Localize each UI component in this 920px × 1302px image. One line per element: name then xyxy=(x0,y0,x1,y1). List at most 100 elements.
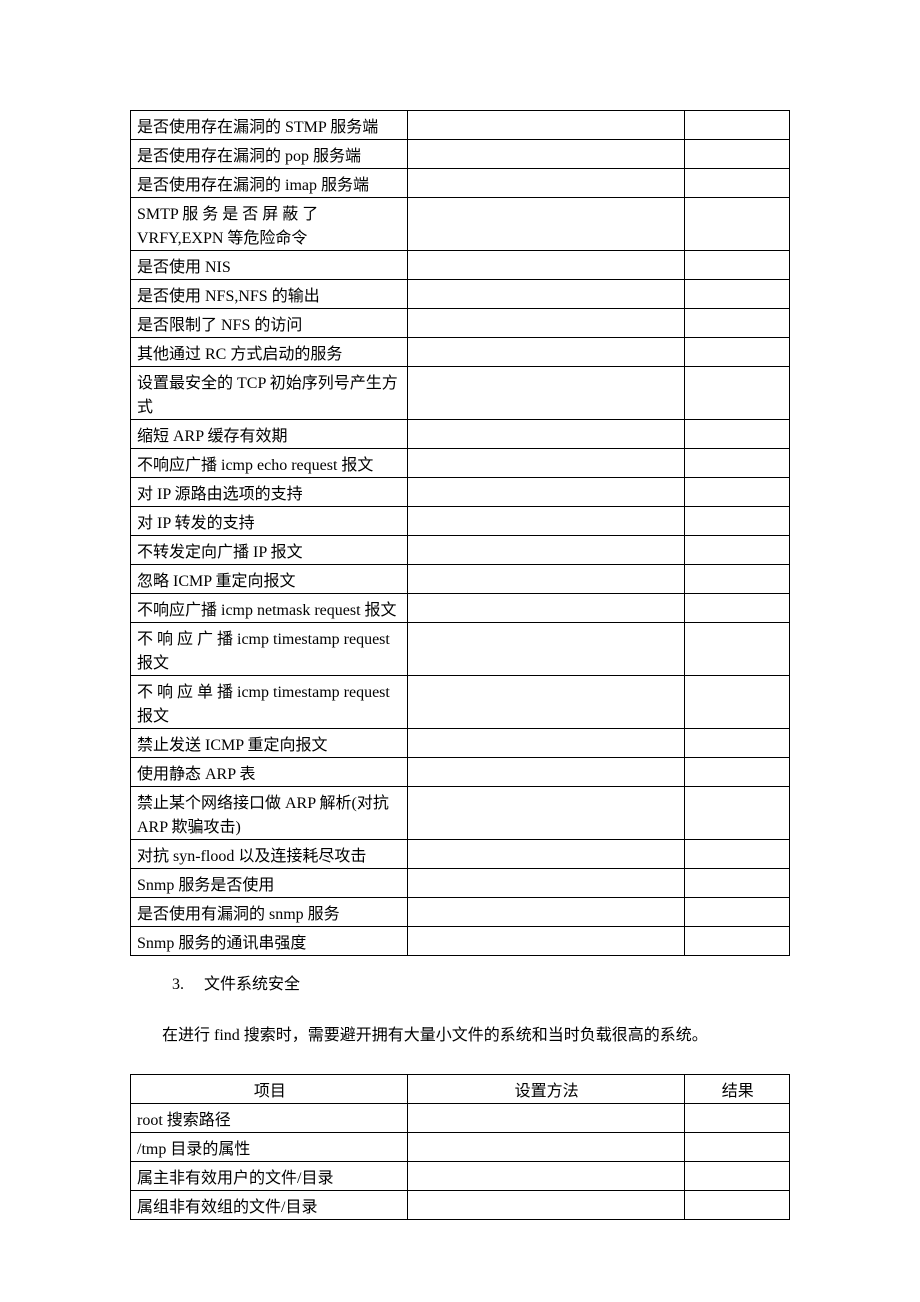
table-row: 对抗 syn-flood 以及连接耗尽攻击 xyxy=(131,840,790,869)
table-cell xyxy=(407,1132,684,1161)
table-row: 不响应广播 icmp echo request 报文 xyxy=(131,449,790,478)
table-cell xyxy=(407,169,684,198)
table-header-cell: 项目 xyxy=(131,1074,408,1103)
paragraph-text: 在进行 find 搜索时，需要避开拥有大量小文件的系统和当时负载很高的系统。 xyxy=(130,1020,790,1052)
table-cell xyxy=(684,420,789,449)
table-row: SMTP 服 务 是 否 屏 蔽 了 VRFY,EXPN 等危险命令 xyxy=(131,198,790,251)
table-cell: 对抗 syn-flood 以及连接耗尽攻击 xyxy=(131,840,408,869)
table-cell xyxy=(407,927,684,956)
table-cell xyxy=(407,869,684,898)
table-cell xyxy=(684,111,789,140)
table-cell xyxy=(407,898,684,927)
table-cell xyxy=(407,507,684,536)
table-cell xyxy=(684,623,789,676)
table-cell: 不响应广播 icmp netmask request 报文 xyxy=(131,594,408,623)
table-cell xyxy=(684,507,789,536)
table-cell xyxy=(407,758,684,787)
table-row: 缩短 ARP 缓存有效期 xyxy=(131,420,790,449)
table-cell xyxy=(684,898,789,927)
table-cell xyxy=(407,594,684,623)
table-cell: 禁止某个网络接口做 ARP 解析(对抗 ARP 欺骗攻击) xyxy=(131,787,408,840)
table-cell: 设置最安全的 TCP 初始序列号产生方式 xyxy=(131,367,408,420)
table-row: 是否使用存在漏洞的 imap 服务端 xyxy=(131,169,790,198)
table-cell: Snmp 服务是否使用 xyxy=(131,869,408,898)
table-row: 设置最安全的 TCP 初始序列号产生方式 xyxy=(131,367,790,420)
table-cell xyxy=(407,309,684,338)
table-cell xyxy=(407,478,684,507)
table-cell xyxy=(684,927,789,956)
table-cell xyxy=(407,140,684,169)
table-cell xyxy=(407,729,684,758)
table-cell xyxy=(407,1103,684,1132)
table-cell xyxy=(684,251,789,280)
table-cell xyxy=(407,1161,684,1190)
table-cell xyxy=(684,869,789,898)
table-row: Snmp 服务的通讯串强度 xyxy=(131,927,790,956)
table-row: 是否使用 NIS xyxy=(131,251,790,280)
table-cell xyxy=(684,338,789,367)
table-cell xyxy=(684,140,789,169)
table-row: 是否使用有漏洞的 snmp 服务 xyxy=(131,898,790,927)
table-cell: 缩短 ARP 缓存有效期 xyxy=(131,420,408,449)
table-cell xyxy=(407,536,684,565)
table-row: 是否使用存在漏洞的 STMP 服务端 xyxy=(131,111,790,140)
table-cell xyxy=(407,1190,684,1219)
table-row: Snmp 服务是否使用 xyxy=(131,869,790,898)
table-cell xyxy=(684,758,789,787)
table-cell xyxy=(407,787,684,840)
table-cell xyxy=(407,280,684,309)
table-header-cell: 设置方法 xyxy=(407,1074,684,1103)
table-cell: 对 IP 转发的支持 xyxy=(131,507,408,536)
table-cell: 属主非有效用户的文件/目录 xyxy=(131,1161,408,1190)
table-row: 是否使用存在漏洞的 pop 服务端 xyxy=(131,140,790,169)
table-row: 忽略 ICMP 重定向报文 xyxy=(131,565,790,594)
table-row: 禁止某个网络接口做 ARP 解析(对抗 ARP 欺骗攻击) xyxy=(131,787,790,840)
table-cell xyxy=(684,169,789,198)
table-cell xyxy=(407,840,684,869)
table-row: 不转发定向广播 IP 报文 xyxy=(131,536,790,565)
table-cell: 不转发定向广播 IP 报文 xyxy=(131,536,408,565)
table-cell xyxy=(407,676,684,729)
table-row: 不响应广播 icmp netmask request 报文 xyxy=(131,594,790,623)
table-row: 不 响 应 单 播 icmp timestamp request 报文 xyxy=(131,676,790,729)
table-cell: 禁止发送 ICMP 重定向报文 xyxy=(131,729,408,758)
section-heading: 3. 文件系统安全 xyxy=(172,972,790,998)
table-cell xyxy=(684,309,789,338)
table-cell xyxy=(684,449,789,478)
table-cell xyxy=(684,1190,789,1219)
table-cell: 不 响 应 单 播 icmp timestamp request 报文 xyxy=(131,676,408,729)
section-title: 文件系统安全 xyxy=(204,976,300,993)
table-cell: 是否使用 NIS xyxy=(131,251,408,280)
table-cell: Snmp 服务的通讯串强度 xyxy=(131,927,408,956)
table-cell: 不响应广播 icmp echo request 报文 xyxy=(131,449,408,478)
table-cell: root 搜索路径 xyxy=(131,1103,408,1132)
table-row: 不 响 应 广 播 icmp timestamp request 报文 xyxy=(131,623,790,676)
table-cell: 使用静态 ARP 表 xyxy=(131,758,408,787)
table-cell xyxy=(407,623,684,676)
table-row: 对 IP 转发的支持 xyxy=(131,507,790,536)
table-cell xyxy=(407,565,684,594)
table-cell xyxy=(684,594,789,623)
table-cell xyxy=(684,1161,789,1190)
table-cell: 是否使用存在漏洞的 pop 服务端 xyxy=(131,140,408,169)
table-cell xyxy=(684,367,789,420)
table-cell: 是否使用存在漏洞的 imap 服务端 xyxy=(131,169,408,198)
table-row: 是否限制了 NFS 的访问 xyxy=(131,309,790,338)
table-cell xyxy=(407,449,684,478)
table-cell xyxy=(407,251,684,280)
table-cell xyxy=(684,198,789,251)
table-cell: 是否使用有漏洞的 snmp 服务 xyxy=(131,898,408,927)
table-cell xyxy=(684,536,789,565)
table-2: 项目 设置方法 结果 root 搜索路径/tmp 目录的属性属主非有效用户的文件… xyxy=(130,1074,790,1220)
table-cell xyxy=(684,280,789,309)
table-cell xyxy=(684,676,789,729)
table-cell: 属组非有效组的文件/目录 xyxy=(131,1190,408,1219)
table-row: 其他通过 RC 方式启动的服务 xyxy=(131,338,790,367)
table-cell: 忽略 ICMP 重定向报文 xyxy=(131,565,408,594)
table-cell xyxy=(407,338,684,367)
table-cell xyxy=(684,787,789,840)
table-row: 对 IP 源路由选项的支持 xyxy=(131,478,790,507)
table-cell: 不 响 应 广 播 icmp timestamp request 报文 xyxy=(131,623,408,676)
table-cell xyxy=(684,1132,789,1161)
table-row: 属主非有效用户的文件/目录 xyxy=(131,1161,790,1190)
